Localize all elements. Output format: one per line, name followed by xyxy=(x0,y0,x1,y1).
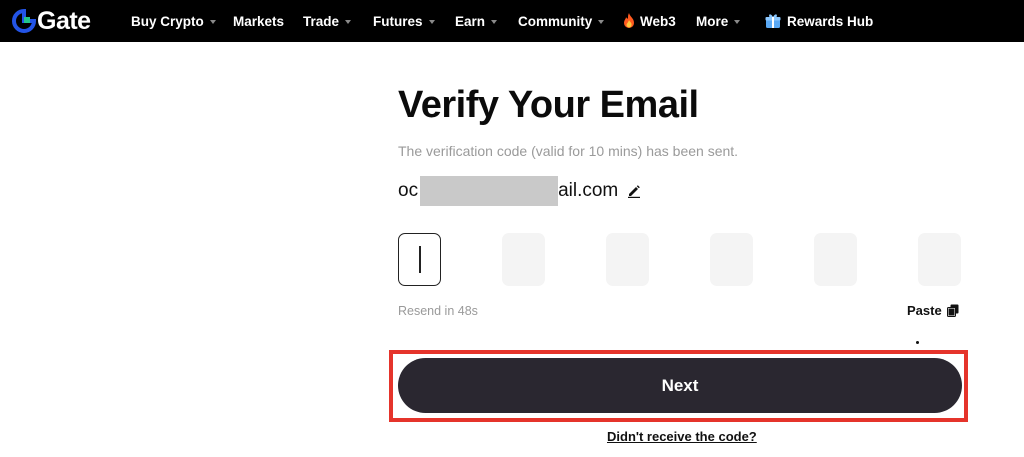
nav-futures[interactable]: Futures xyxy=(373,11,435,31)
chevron-down-icon xyxy=(209,19,216,24)
nav-label: Web3 xyxy=(640,13,676,29)
gate-logo-icon xyxy=(12,9,36,33)
verification-subtitle: The verification code (valid for 10 mins… xyxy=(398,143,739,159)
email-prefix: oc xyxy=(398,180,419,201)
nav-buy-crypto[interactable]: Buy Crypto xyxy=(131,11,216,31)
top-nav: Gate Buy Crypto Markets Trade Futures Ea… xyxy=(0,0,1024,42)
paste-button[interactable]: Paste xyxy=(907,303,959,318)
nav-label: Earn xyxy=(455,13,486,29)
nav-label: Rewards Hub xyxy=(787,13,874,29)
email-suffix: ail.com xyxy=(558,180,619,201)
paste-label: Paste xyxy=(907,303,942,318)
chevron-down-icon xyxy=(598,19,605,24)
resend-countdown: Resend in 48s xyxy=(398,304,478,318)
dot-marker xyxy=(916,341,919,344)
edit-icon[interactable] xyxy=(627,184,641,198)
code-digit-6[interactable] xyxy=(918,233,961,286)
nav-label: More xyxy=(696,13,729,29)
code-digit-1[interactable] xyxy=(398,233,441,286)
nav-label: Buy Crypto xyxy=(131,13,204,29)
nav-label: Markets xyxy=(233,13,285,29)
copy-icon xyxy=(946,304,959,317)
nav-community[interactable]: Community xyxy=(518,11,605,31)
next-button[interactable]: Next xyxy=(398,358,962,413)
text-cursor xyxy=(419,246,421,273)
chevron-down-icon xyxy=(734,19,741,24)
code-digit-4[interactable] xyxy=(710,233,753,286)
didnt-receive-code-link[interactable]: Didn't receive the code? xyxy=(607,429,757,444)
fire-icon xyxy=(624,13,634,28)
nav-trade[interactable]: Trade xyxy=(303,11,352,31)
email-display: oc ail.com xyxy=(398,176,641,206)
chevron-down-icon xyxy=(428,19,435,24)
nav-markets[interactable]: Markets xyxy=(233,11,284,31)
nav-rewards-hub[interactable]: Rewards Hub xyxy=(765,11,873,31)
logo-text: Gate xyxy=(37,7,91,35)
page-title: Verify Your Email xyxy=(398,84,699,126)
nav-earn[interactable]: Earn xyxy=(455,11,498,31)
nav-label: Trade xyxy=(303,13,340,29)
code-digit-2[interactable] xyxy=(502,233,545,286)
nav-label: Community xyxy=(518,13,593,29)
nav-web3[interactable]: Web3 xyxy=(622,11,676,31)
chevron-down-icon xyxy=(345,19,352,24)
gate-logo[interactable]: Gate xyxy=(12,8,91,34)
email-redaction xyxy=(420,176,559,206)
nav-label: Futures xyxy=(373,13,423,29)
gift-icon xyxy=(765,14,781,28)
code-digit-5[interactable] xyxy=(814,233,857,286)
nav-more[interactable]: More xyxy=(696,11,741,31)
code-digit-3[interactable] xyxy=(606,233,649,286)
chevron-down-icon xyxy=(491,19,498,24)
